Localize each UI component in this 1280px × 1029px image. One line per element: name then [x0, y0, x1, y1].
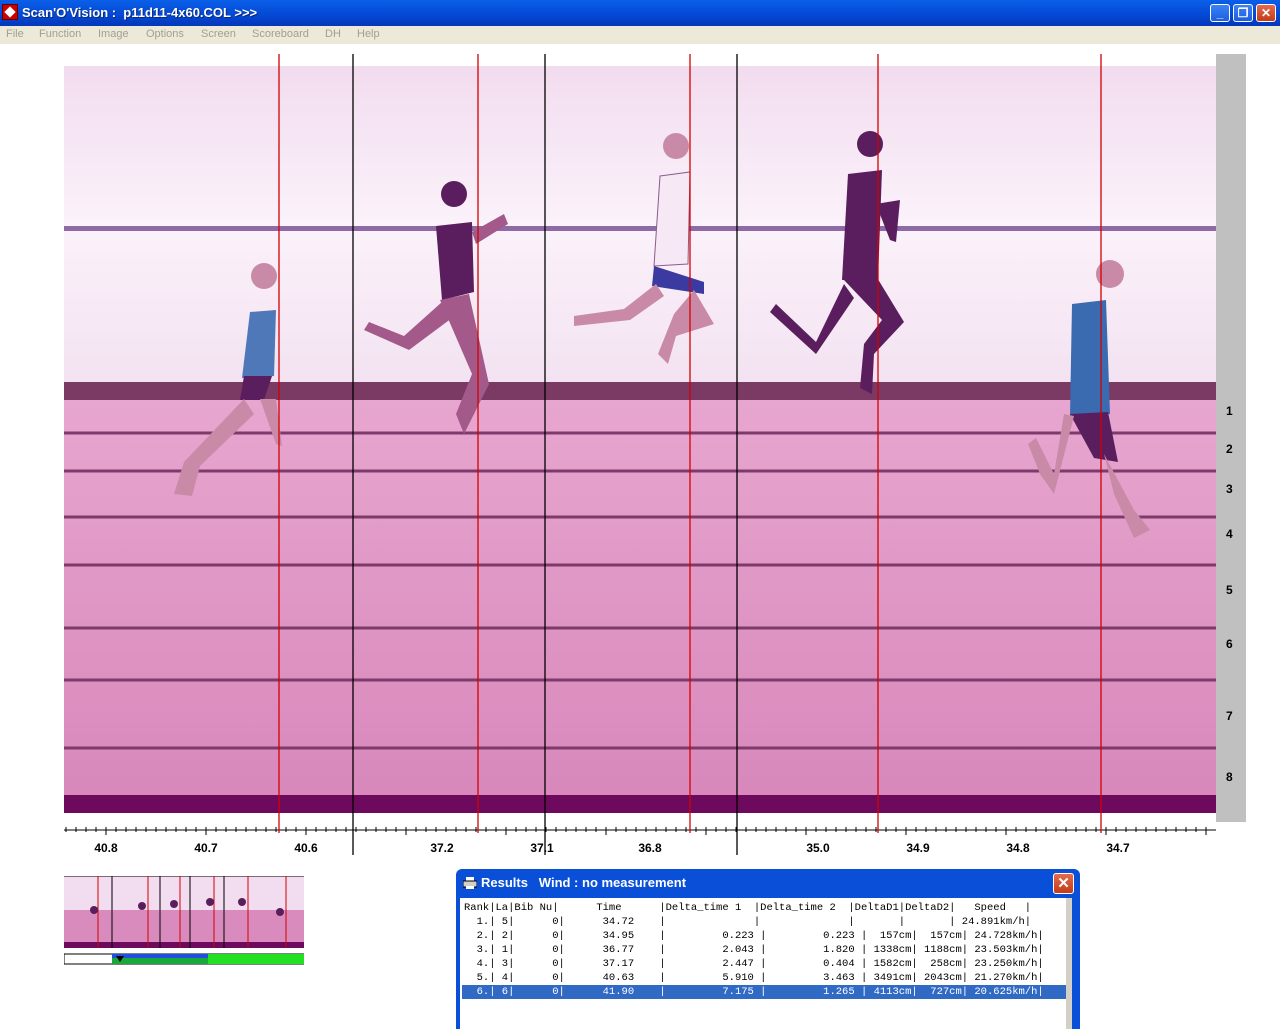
table-row[interactable]: 5.| 4| 0| 40.63 | 5.910 | 3.463 | 3491cm…: [464, 971, 1044, 985]
axis-tick-label: 37.2: [430, 841, 454, 855]
lane-label-8: 8: [1226, 770, 1233, 784]
track-edge: [64, 382, 1216, 400]
lane-label-6: 6: [1226, 637, 1233, 651]
restore-icon: ❐: [1237, 6, 1249, 20]
minimize-button[interactable]: _: [1210, 4, 1230, 22]
lane-label-1: 1: [1226, 404, 1233, 418]
restore-button[interactable]: ❐: [1233, 4, 1253, 22]
axis-tick-label: 34.9: [906, 841, 930, 855]
title-bar: Scan'O'Vision : p11d11-4x60.COL >>> _ ❐ …: [0, 0, 1280, 26]
lane-label-7: 7: [1226, 709, 1233, 723]
axis-tick-label: 36.8: [638, 841, 662, 855]
results-close-button[interactable]: ✕: [1053, 873, 1074, 894]
table-row[interactable]: 1.| 5| 0| 34.72 | | | | | 24.891km/h|: [464, 915, 1032, 929]
rail-bar: [64, 226, 1216, 231]
sky-area: [64, 66, 1216, 384]
menu-bar: File Function Image Options Screen Score…: [0, 26, 1280, 44]
app-icon[interactable]: [2, 4, 18, 20]
results-window[interactable]: Results Wind : no measurement ✕ Rank|La|…: [456, 869, 1080, 1029]
lane-label-4: 4: [1226, 527, 1233, 541]
results-scrollbar[interactable]: [1066, 898, 1072, 1029]
lane-label-2: 2: [1226, 442, 1233, 456]
results-header: Rank|La|Bib Nu| Time |Delta_time 1 |Delt…: [464, 902, 1032, 914]
axis-tick-label: 34.8: [1006, 841, 1030, 855]
bottom-rail: [64, 795, 1216, 813]
axis-tick-label: 35.0: [806, 841, 830, 855]
lane-label-3: 3: [1226, 482, 1233, 496]
close-icon: ✕: [1057, 875, 1070, 892]
printer-icon[interactable]: [463, 877, 477, 889]
menu-scoreboard[interactable]: Scoreboard: [252, 28, 309, 40]
results-table[interactable]: Rank|La|Bib Nu| Time |Delta_time 1 |Delt…: [460, 898, 1072, 1029]
menu-options[interactable]: Options: [146, 28, 184, 40]
menu-image[interactable]: Image: [98, 28, 129, 40]
axis-tick-label: 34.7: [1106, 841, 1130, 855]
window-title: Scan'O'Vision : p11d11-4x60.COL >>>: [22, 5, 258, 20]
menu-function[interactable]: Function: [39, 28, 81, 40]
overview-thumbnail[interactable]: [64, 876, 304, 966]
close-button[interactable]: ✕: [1256, 4, 1276, 22]
minimize-icon: _: [1216, 6, 1224, 20]
lane-strip[interactable]: [1216, 54, 1246, 822]
table-row[interactable]: 3.| 1| 0| 36.77 | 2.043 | 1.820 | 1338cm…: [464, 943, 1044, 957]
axis-tick-label: 37.1: [530, 841, 554, 855]
table-row-selected[interactable]: 6.| 6| 0| 41.90 | 7.175 | 1.265 | 4113cm…: [462, 985, 1067, 999]
lane-label-5: 5: [1226, 583, 1233, 597]
axis-tick-label: 40.8: [94, 841, 118, 855]
table-row[interactable]: 4.| 3| 0| 37.17 | 2.447 | 0.404 | 1582cm…: [464, 957, 1044, 971]
results-title: Results Wind : no measurement: [481, 875, 687, 890]
menu-file[interactable]: File: [6, 28, 24, 40]
menu-dh[interactable]: DH: [325, 28, 341, 40]
menu-help[interactable]: Help: [357, 28, 380, 40]
menu-screen[interactable]: Screen: [201, 28, 236, 40]
close-icon: ✕: [1260, 6, 1272, 20]
axis-tick-label: 40.7: [194, 841, 218, 855]
axis-tick-label: 40.6: [294, 841, 318, 855]
photo-finish-image[interactable]: [64, 54, 1216, 815]
table-row[interactable]: 2.| 2| 0| 34.95 | 0.223 | 0.223 | 157cm|…: [464, 929, 1044, 943]
